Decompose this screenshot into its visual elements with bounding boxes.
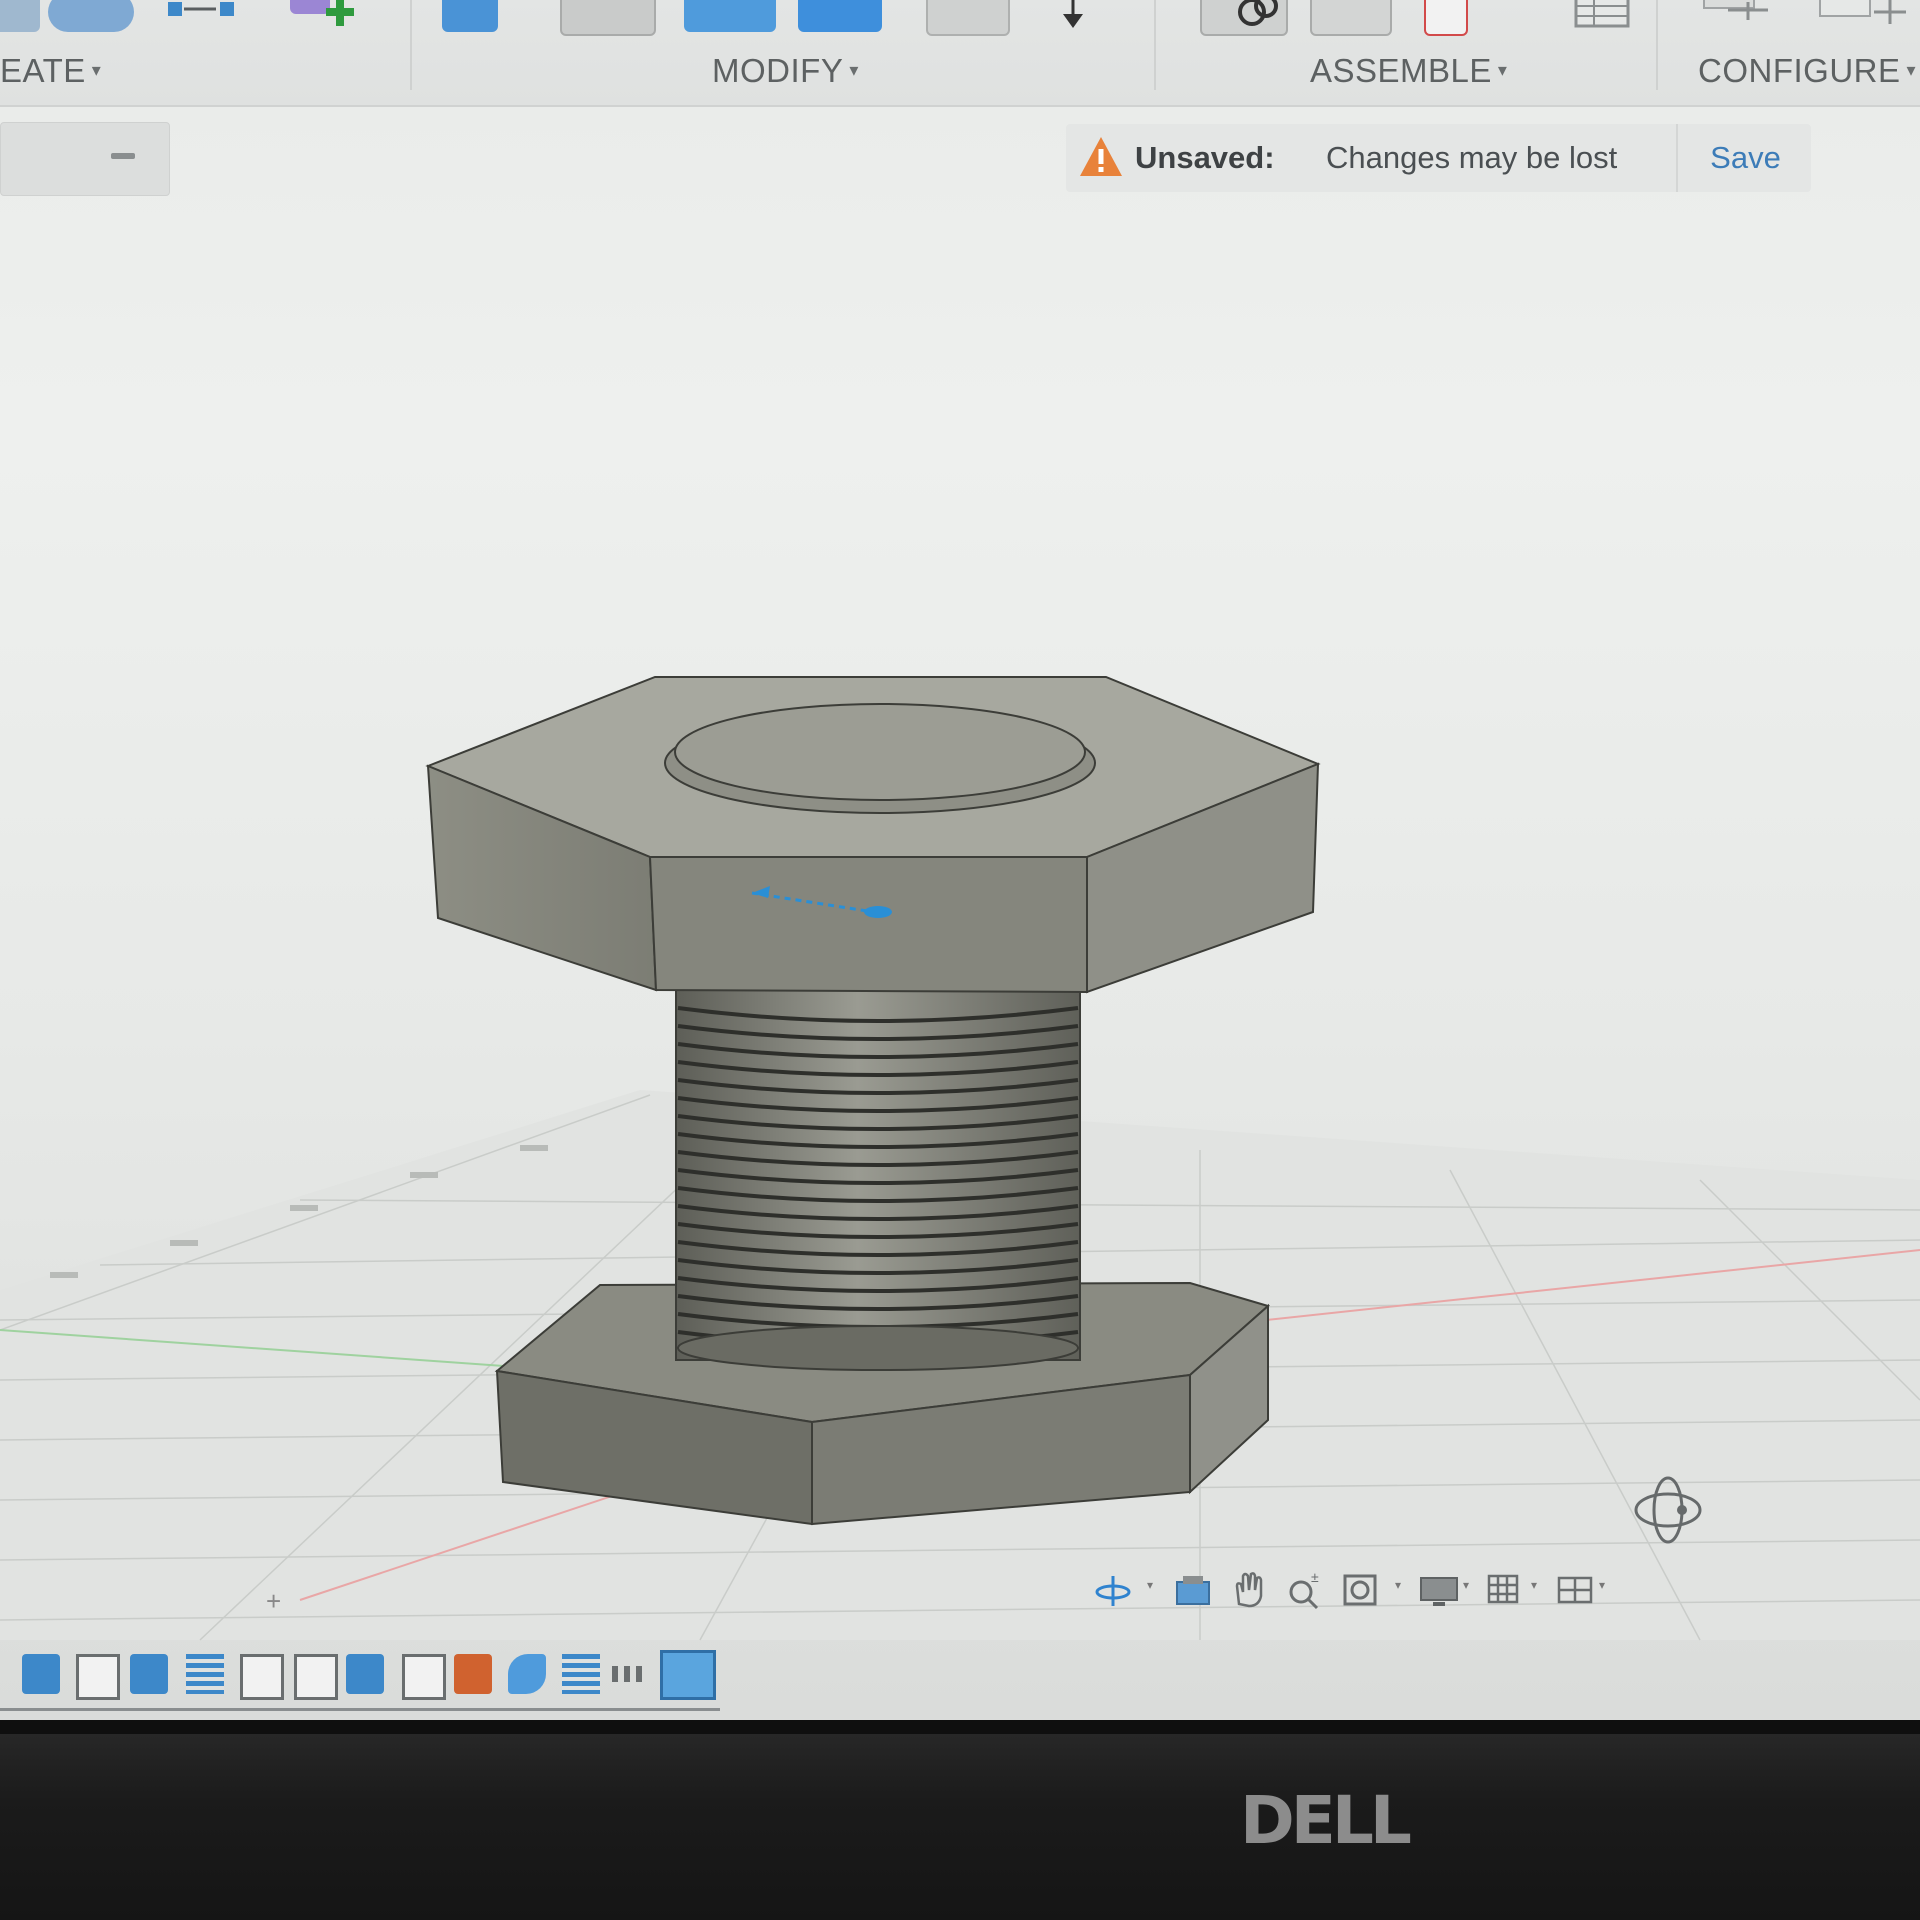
timeline-track <box>0 1708 720 1711</box>
svg-text:±: ± <box>1311 1570 1319 1585</box>
sweep-icon[interactable] <box>166 0 248 32</box>
orbit-cube-icon[interactable] <box>1630 1470 1706 1546</box>
timeline-sketch-icon[interactable] <box>240 1654 284 1700</box>
top-hex-head <box>425 676 1321 994</box>
display-settings-icon[interactable] <box>1419 1570 1459 1610</box>
timeline-marker-icon[interactable] <box>660 1650 716 1700</box>
fusion-window: EATE ▾ MODIFY ▾ ASSEMBLE ▾ CONFIGURE ▾ U… <box>0 0 1920 1720</box>
collapse-panel-button[interactable] <box>111 153 135 159</box>
canvas-viewport[interactable] <box>0 200 1920 1660</box>
timeline-sketch-icon[interactable] <box>294 1654 338 1700</box>
assemble-group: ASSEMBLE ▾ <box>1156 0 1656 105</box>
unsaved-banner: Unsaved: Changes may be lost Save <box>1066 124 1811 192</box>
timeline-combine-icon[interactable] <box>454 1654 492 1694</box>
look-at-icon[interactable] <box>1173 1570 1213 1610</box>
table-icon[interactable] <box>1554 0 1634 32</box>
joint-origin-icon[interactable] <box>1424 0 1468 36</box>
joint-icon[interactable] <box>1200 0 1288 36</box>
chamfer-icon[interactable] <box>684 0 776 32</box>
grid-caret-icon[interactable]: ▾ <box>1531 1578 1537 1592</box>
extrude-icon[interactable] <box>0 0 40 32</box>
configure-group: CONFIGURE ▾ <box>1658 0 1920 105</box>
unsaved-message: Changes may be lost <box>1326 140 1618 175</box>
toolbar: EATE ▾ MODIFY ▾ ASSEMBLE ▾ CONFIGURE ▾ <box>0 0 1920 107</box>
orbit-caret-icon[interactable]: ▾ <box>1147 1578 1153 1592</box>
move-down-icon[interactable] <box>1058 0 1088 32</box>
press-pull-icon[interactable] <box>442 0 498 32</box>
fillet-icon[interactable] <box>560 0 656 36</box>
configuration-table-icon[interactable] <box>1818 0 1908 32</box>
modify-menu[interactable]: MODIFY ▾ <box>712 52 859 90</box>
save-button[interactable]: Save <box>1676 124 1813 192</box>
brand-logo: DELL <box>1240 1782 1412 1859</box>
bezel-edge <box>0 1720 1920 1734</box>
fit-icon[interactable] <box>1341 1570 1381 1610</box>
shell-icon[interactable] <box>798 0 882 32</box>
monitor-bezel <box>0 1720 1920 1920</box>
timeline-thread-icon[interactable] <box>186 1654 224 1694</box>
timeline-thread-icon[interactable] <box>562 1654 600 1694</box>
create-group: EATE ▾ <box>0 0 410 105</box>
combine-icon[interactable] <box>926 0 1010 36</box>
timeline-extrude-icon[interactable] <box>22 1654 60 1694</box>
add-marker[interactable]: + <box>266 1586 281 1617</box>
modify-group: MODIFY ▾ <box>412 0 1152 105</box>
new-component-icon[interactable] <box>286 0 376 32</box>
assemble-menu[interactable]: ASSEMBLE ▾ <box>1310 52 1507 90</box>
timeline-sketch-icon[interactable] <box>402 1654 446 1700</box>
timeline-fillet-icon[interactable] <box>508 1654 546 1694</box>
zoom-icon[interactable]: ± <box>1285 1570 1325 1610</box>
grid-settings-icon[interactable] <box>1485 1570 1525 1610</box>
configure-menu[interactable]: CONFIGURE ▾ <box>1698 52 1916 90</box>
viewports-caret-icon[interactable]: ▾ <box>1599 1578 1605 1592</box>
browser-panel <box>0 122 170 196</box>
viewports-icon[interactable] <box>1555 1570 1595 1610</box>
configure-icon[interactable] <box>1698 0 1778 32</box>
fit-caret-icon[interactable]: ▾ <box>1395 1578 1401 1592</box>
create-menu[interactable]: EATE ▾ <box>0 52 101 90</box>
pan-icon[interactable] <box>1229 1570 1269 1610</box>
revolve-icon[interactable] <box>48 0 134 32</box>
threaded-shaft <box>675 989 1081 1371</box>
navigation-bar: ▾ ± ▾ ▾ ▾ ▾ <box>1085 1560 1625 1620</box>
timeline-extrude-icon[interactable] <box>130 1654 168 1694</box>
orbit-icon[interactable] <box>1093 1570 1133 1610</box>
display-caret-icon[interactable]: ▾ <box>1463 1578 1469 1592</box>
model-canvas <box>0 676 1920 1641</box>
warning-icon <box>1080 137 1122 176</box>
unsaved-title: Unsaved: <box>1135 140 1275 175</box>
timeline-extrude-icon[interactable] <box>346 1654 384 1694</box>
timeline-more-icon[interactable] <box>612 1666 648 1682</box>
timeline-sketch-icon[interactable] <box>76 1654 120 1700</box>
as-built-joint-icon[interactable] <box>1310 0 1392 36</box>
timeline <box>0 1640 1920 1720</box>
